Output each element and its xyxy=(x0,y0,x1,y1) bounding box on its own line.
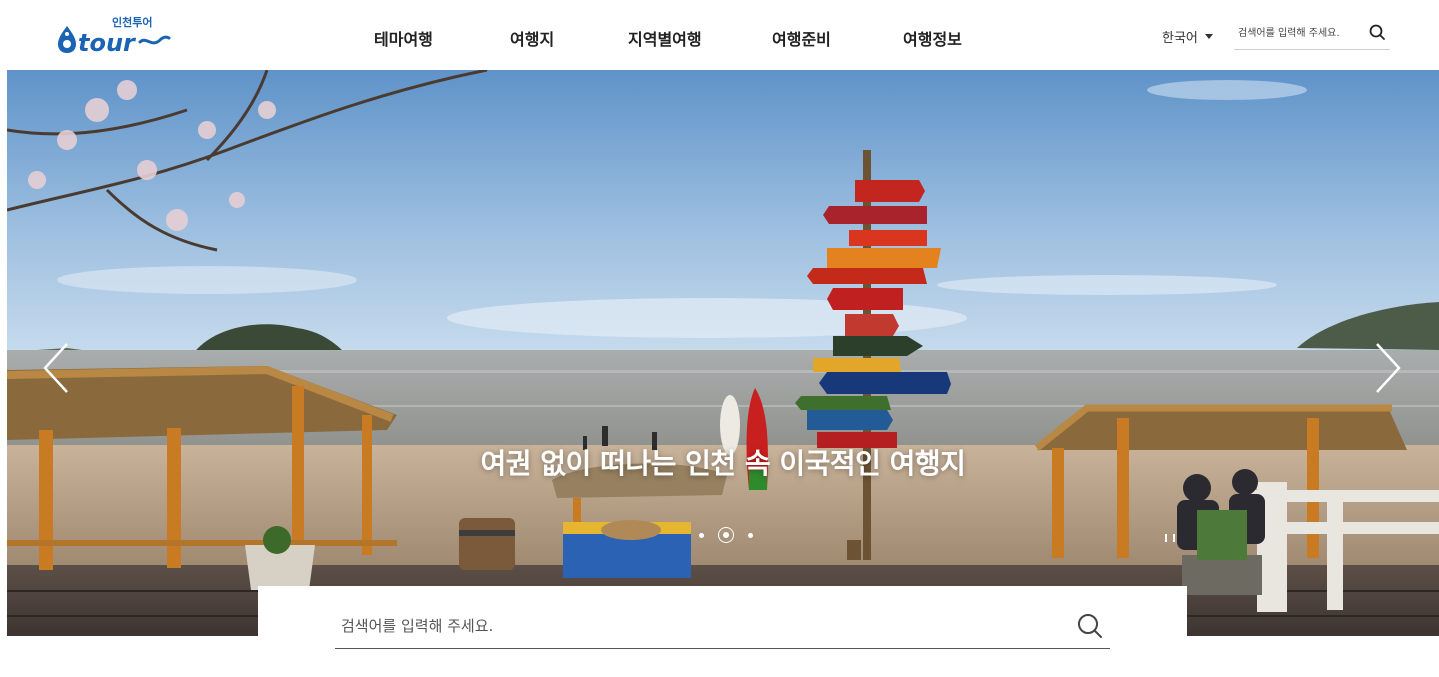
language-label: 한국어 xyxy=(1162,31,1198,46)
language-selector[interactable]: 한국어 xyxy=(1162,27,1213,46)
header-search xyxy=(1234,18,1390,50)
header-search-input[interactable] xyxy=(1234,18,1354,48)
hero-carousel: 여권 없이 떠나는 인천 속 이국적인 여행지 xyxy=(7,70,1439,636)
chevron-down-icon xyxy=(1204,34,1213,39)
beach-signpost-photo xyxy=(7,70,1439,636)
chevron-right-icon xyxy=(1376,343,1401,393)
nav-theme-travel[interactable]: 테마여행 xyxy=(374,26,510,50)
search-icon[interactable] xyxy=(1076,612,1104,640)
carousel-dot-1[interactable] xyxy=(699,532,704,538)
carousel-pause-button[interactable] xyxy=(1163,531,1175,545)
incheon-tour-logo[interactable]: 인천투어 tour xyxy=(56,14,176,58)
carousel-dot-3[interactable] xyxy=(748,532,753,538)
logo-mark-icon: tour xyxy=(58,26,171,54)
hero-title: 여권 없이 떠나는 인천 속 이국적인 여행지 xyxy=(480,447,966,480)
pause-icon xyxy=(1165,534,1167,542)
carousel-pagination xyxy=(692,527,760,543)
site-header: 인천투어 tour 테마여행 여행지 지역별여행 여행준비 여행정보 한국어 xyxy=(0,0,1439,70)
search-icon[interactable] xyxy=(1368,23,1388,43)
carousel-prev-button[interactable] xyxy=(37,340,77,396)
nav-travel-prep[interactable]: 여행준비 xyxy=(772,26,903,50)
nav-destinations[interactable]: 여행지 xyxy=(510,26,628,50)
carousel-next-button[interactable] xyxy=(1367,340,1407,396)
chevron-left-icon xyxy=(43,343,68,393)
main-search xyxy=(335,606,1110,649)
main-navigation: 테마여행 여행지 지역별여행 여행준비 여행정보 xyxy=(374,26,1003,50)
carousel-dot-2[interactable] xyxy=(718,527,734,543)
main-search-panel xyxy=(258,586,1187,677)
logo-text: tour xyxy=(78,29,137,54)
nav-regional-travel[interactable]: 지역별여행 xyxy=(628,26,772,50)
main-search-input[interactable] xyxy=(335,606,1035,646)
nav-travel-info[interactable]: 여행정보 xyxy=(903,26,1003,50)
